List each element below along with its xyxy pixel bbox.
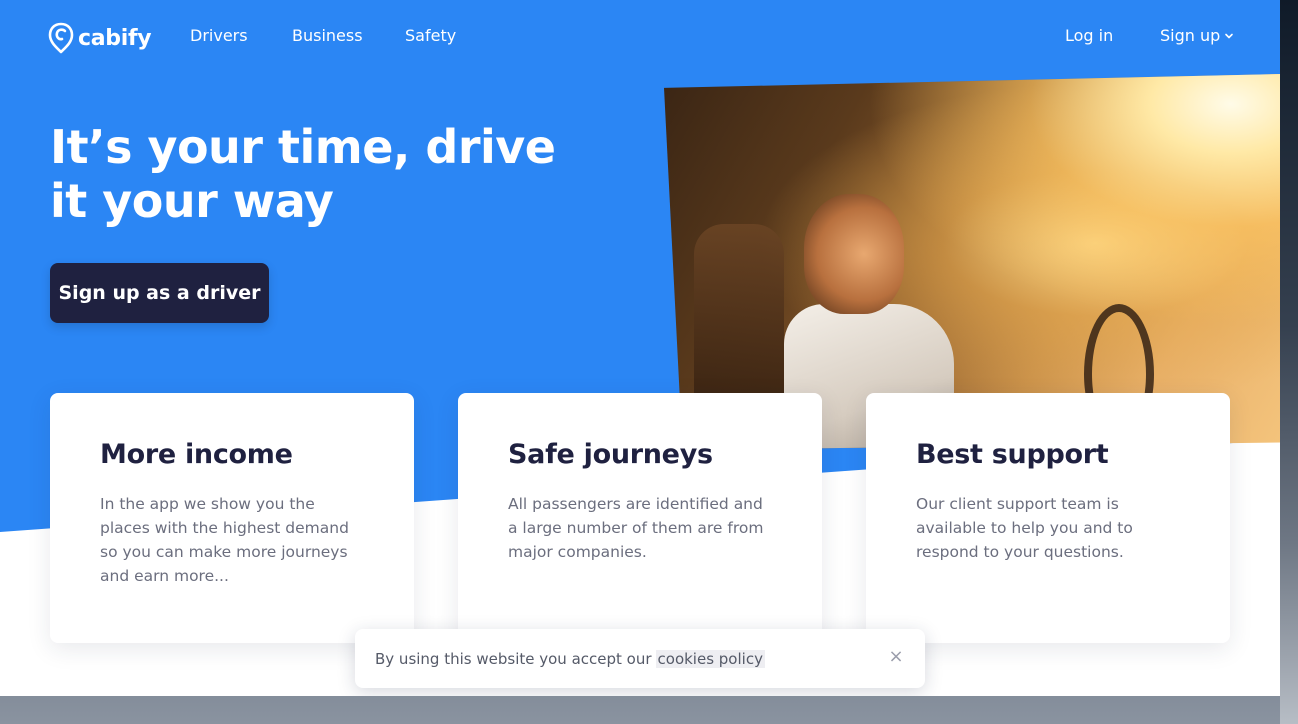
card-body: Our client support team is available to …	[916, 495, 1133, 561]
cookies-policy-link[interactable]: cookies policy	[655, 649, 765, 668]
card-title: More income	[100, 439, 293, 470]
cookie-banner: By using this website you accept our coo…	[355, 629, 925, 688]
nav-link-business[interactable]: Business	[292, 26, 363, 45]
card-title: Best support	[916, 439, 1109, 470]
top-nav: cabify Drivers Business Safety Log in Si…	[0, 0, 1280, 74]
hero-title-line1: It’s your time, drive	[50, 120, 556, 174]
nav-link-safety[interactable]: Safety	[405, 26, 456, 45]
signup-label: Sign up	[1160, 26, 1221, 45]
feature-card-income: More income In the app we show you the p…	[50, 393, 414, 643]
logo[interactable]: cabify	[48, 22, 152, 54]
close-icon[interactable]: ×	[887, 648, 905, 666]
signup-driver-button[interactable]: Sign up as a driver	[50, 263, 269, 323]
login-link[interactable]: Log in	[1065, 26, 1113, 45]
desktop-background	[1280, 0, 1298, 724]
card-title: Safe journeys	[508, 439, 713, 470]
card-body: All passengers are identified and a larg…	[508, 495, 764, 561]
cabify-logo-icon	[48, 22, 74, 54]
card-body: In the app we show you the places with t…	[100, 495, 349, 585]
cookie-text: By using this website you accept our	[375, 649, 652, 668]
logo-text: cabify	[78, 25, 152, 51]
page: cabify Drivers Business Safety Log in Si…	[0, 0, 1280, 696]
feature-card-safety: Safe journeys All passengers are identif…	[458, 393, 822, 643]
hero-title-line2: it your way	[50, 174, 334, 228]
feature-card-support: Best support Our client support team is …	[866, 393, 1230, 643]
hero-title: It’s your time, drive it your way	[50, 120, 570, 228]
chevron-down-icon	[1225, 33, 1234, 38]
photo-driver-head	[804, 194, 904, 314]
nav-link-drivers[interactable]: Drivers	[190, 26, 248, 45]
signup-dropdown[interactable]: Sign up	[1160, 26, 1234, 45]
